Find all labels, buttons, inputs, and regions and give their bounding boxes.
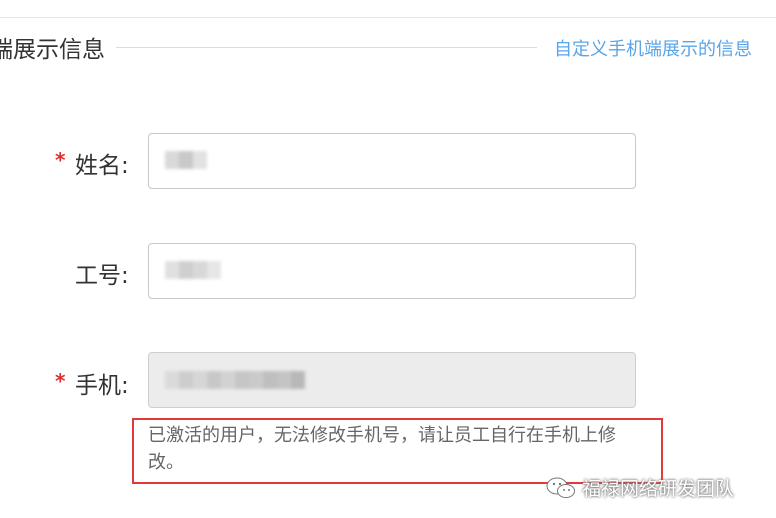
mobile-label: 手机: <box>75 373 129 399</box>
masked-value <box>165 371 305 389</box>
masked-value <box>165 261 221 279</box>
name-input[interactable] <box>148 133 636 189</box>
section-title: 端展示信息 <box>0 37 105 63</box>
watermark-text: 福禄网络研发团队 <box>582 478 735 500</box>
customize-mobile-display-link[interactable]: 自定义手机端展示的信息 <box>554 35 752 61</box>
top-divider <box>0 17 776 18</box>
employee-id-input[interactable] <box>148 243 636 299</box>
mobile-input <box>148 352 636 408</box>
mobile-notice-text: 已激活的用户，无法修改手机号，请让员工自行在手机上修改。 <box>148 425 616 473</box>
employee-id-label: 工号: <box>75 263 129 289</box>
masked-value <box>165 151 207 169</box>
required-star-icon: * <box>55 148 66 172</box>
wechat-icon <box>546 477 575 498</box>
watermark: 福禄网络研发团队 <box>546 474 734 501</box>
section-divider <box>116 47 537 48</box>
name-label: 姓名: <box>75 153 129 179</box>
required-star-icon: * <box>55 369 66 393</box>
